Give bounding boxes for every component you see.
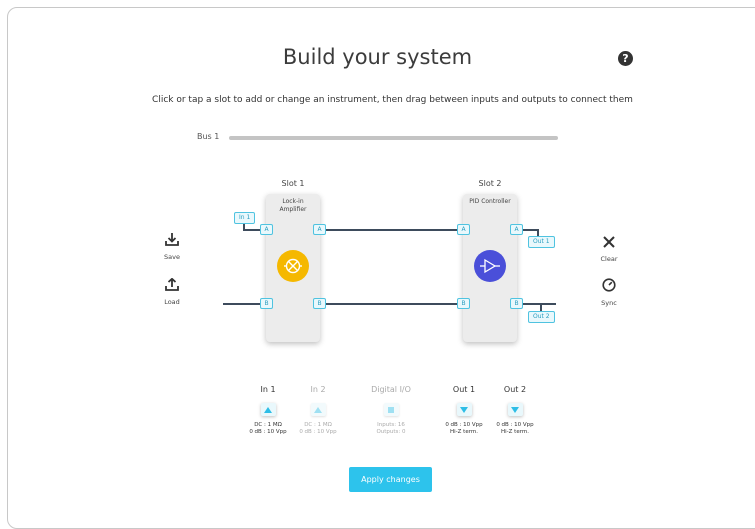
slot-2[interactable]: PID Controller (463, 194, 517, 342)
close-icon (603, 236, 615, 248)
slot-2-output-b[interactable]: B (510, 298, 523, 309)
slot-1-input-a[interactable]: A (260, 224, 273, 235)
triangle-down-icon[interactable] (456, 403, 472, 416)
apply-changes-button[interactable]: Apply changes (349, 467, 432, 492)
load-label: Load (164, 298, 180, 306)
slot-2-input-a[interactable]: A (457, 224, 470, 235)
io-in-2[interactable]: In 2 DC : 1 MΩ 0 dB : 10 Vpp (283, 385, 353, 436)
slot-2-label: Slot 2 (478, 179, 502, 188)
io-spec: 0 dB : 10 Vpp Hi-Z term. (496, 422, 534, 435)
slot-1-output-b[interactable]: B (313, 298, 326, 309)
bus-bar[interactable] (229, 136, 558, 140)
triangle-up-icon[interactable] (310, 403, 326, 416)
in-1-tag[interactable]: In 1 (234, 212, 256, 224)
gauge-icon (602, 278, 616, 292)
download-icon (165, 233, 179, 246)
save-label: Save (164, 253, 180, 261)
amplifier-icon (474, 250, 506, 282)
page-title: Build your system (282, 45, 473, 69)
save-button[interactable]: Save (152, 231, 192, 261)
wire-a-link (320, 229, 464, 231)
io-label: Out 2 (503, 385, 527, 394)
slot-1-output-a[interactable]: A (313, 224, 326, 235)
out-2-tag[interactable]: Out 2 (528, 311, 555, 323)
slot-2-instrument: PID Controller (469, 198, 511, 205)
instructions-text: Click or tap a slot to add or change an … (152, 95, 633, 105)
help-icon[interactable]: ? (618, 51, 633, 66)
slot-1-instrument: Lock-in Amplifier (279, 198, 307, 213)
bus-label: Bus 1 (197, 132, 220, 141)
sync-button[interactable]: Sync (589, 277, 629, 307)
triangle-up-icon[interactable] (260, 403, 276, 416)
load-button[interactable]: Load (152, 276, 192, 306)
io-label: Digital I/O (371, 385, 411, 394)
triangle-down-icon[interactable] (507, 403, 523, 416)
slot-1[interactable]: Lock-in Amplifier (266, 194, 320, 342)
io-spec: Inputs: 16 Outputs: 0 (376, 422, 406, 435)
io-label: In 2 (310, 385, 326, 394)
system-builder-panel (7, 7, 755, 529)
io-digital[interactable]: Digital I/O Inputs: 16 Outputs: 0 (356, 385, 426, 436)
io-spec: DC : 1 MΩ 0 dB : 10 Vpp (299, 422, 337, 435)
slot-1-label: Slot 1 (281, 179, 305, 188)
sync-label: Sync (601, 299, 617, 307)
wire-b-link (320, 303, 464, 305)
out-1-tag[interactable]: Out 1 (528, 236, 555, 248)
wire-in-b (223, 303, 265, 305)
upload-icon (165, 277, 179, 291)
clear-label: Clear (600, 255, 618, 263)
square-icon[interactable] (383, 403, 399, 416)
slot-2-input-b[interactable]: B (457, 298, 470, 309)
clear-button[interactable]: Clear (589, 233, 629, 263)
mixer-icon (277, 250, 309, 282)
slot-2-output-a[interactable]: A (510, 224, 523, 235)
slot-1-input-b[interactable]: B (260, 298, 273, 309)
io-out-2[interactable]: Out 2 0 dB : 10 Vpp Hi-Z term. (480, 385, 550, 436)
